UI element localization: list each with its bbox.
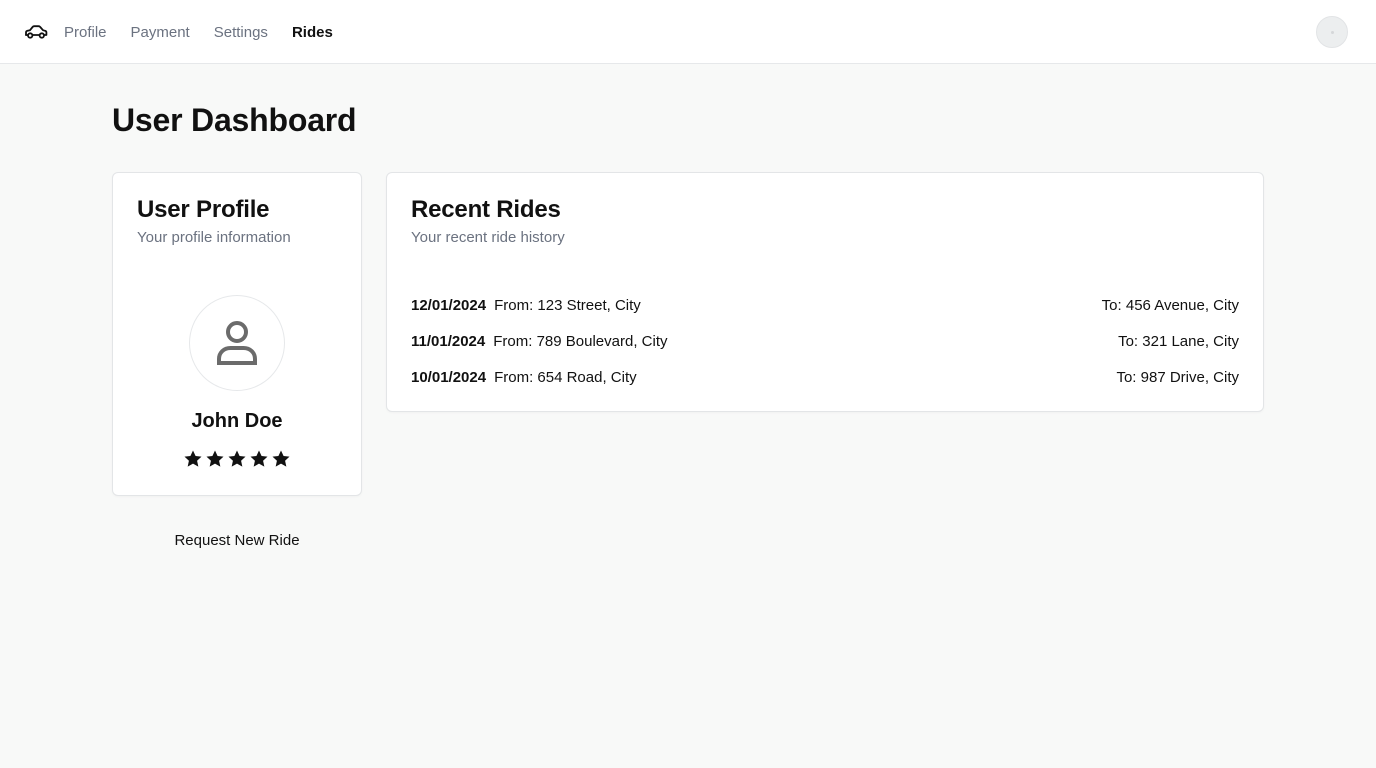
- ride-date: 10/01/2024: [411, 368, 487, 386]
- profile-name: John Doe: [191, 410, 283, 432]
- user-profile-card: User Profile Your profile information Jo…: [112, 172, 362, 496]
- star-icon: [206, 450, 224, 467]
- star-icon: [250, 450, 268, 467]
- ride-from: From: 789 Boulevard, City: [493, 332, 668, 350]
- top-navbar: Profile Payment Settings Rides: [0, 0, 1376, 64]
- ride-date: 11/01/2024: [411, 332, 486, 350]
- star-icon: [184, 450, 202, 467]
- page-title: User Dashboard: [112, 102, 357, 138]
- ride-from: From: 654 Road, City: [494, 368, 637, 386]
- ride-row[interactable]: 12/01/2024 From: 123 Street, City To: 45…: [411, 293, 1239, 317]
- ride-date: 12/01/2024: [411, 296, 487, 314]
- request-new-ride-button[interactable]: Request New Ride: [112, 522, 362, 558]
- car-icon[interactable]: [24, 22, 48, 42]
- rides-card-title: Recent Rides: [411, 196, 561, 223]
- nav-link-settings[interactable]: Settings: [214, 24, 268, 41]
- rides-card-subtitle: Your recent ride history: [411, 229, 565, 246]
- ride-to: To: 456 Avenue, City: [1101, 296, 1239, 314]
- nav-link-profile[interactable]: Profile: [64, 24, 107, 41]
- ride-row[interactable]: 11/01/2024 From: 789 Boulevard, City To:…: [411, 329, 1239, 353]
- profile-card-title: User Profile: [137, 196, 270, 223]
- ride-to: To: 987 Drive, City: [1116, 368, 1239, 386]
- ride-from: From: 123 Street, City: [494, 296, 641, 314]
- profile-avatar: [189, 295, 285, 391]
- ride-row[interactable]: 10/01/2024 From: 654 Road, City To: 987 …: [411, 365, 1239, 389]
- rating-stars: [113, 449, 361, 469]
- nav-link-rides[interactable]: Rides: [292, 24, 333, 41]
- user-avatar-button[interactable]: [1316, 16, 1348, 48]
- ride-to: To: 321 Lane, City: [1118, 332, 1239, 350]
- profile-card-subtitle: Your profile information: [137, 229, 291, 246]
- user-icon: [217, 321, 257, 365]
- star-icon: [228, 450, 246, 467]
- nav-link-payment[interactable]: Payment: [131, 24, 190, 41]
- recent-rides-card: Recent Rides Your recent ride history 12…: [386, 172, 1264, 412]
- main-nav: Profile Payment Settings Rides: [64, 0, 333, 64]
- star-icon: [272, 450, 290, 467]
